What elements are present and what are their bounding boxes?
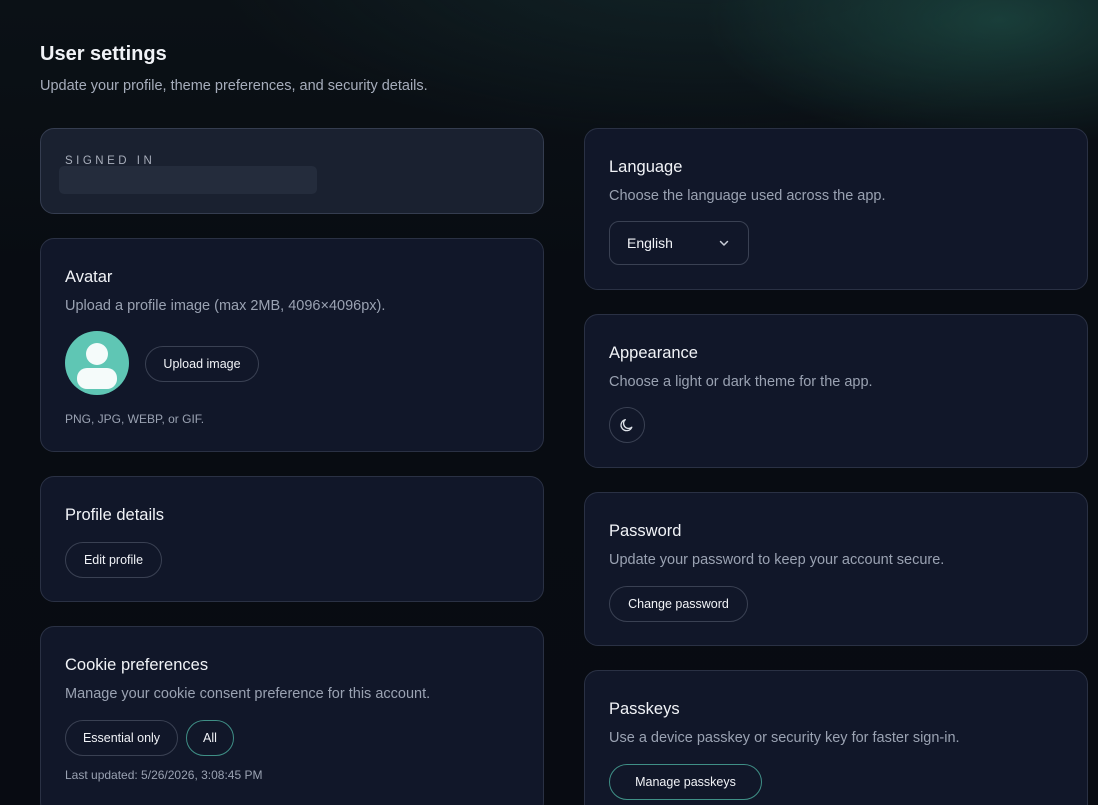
passkeys-title: Passkeys	[609, 700, 680, 718]
avatar-format-hint: PNG, JPG, WEBP, or GIF.	[65, 412, 205, 426]
language-description: Choose the language used across the app.	[609, 188, 886, 204]
cookie-preferences-title: Cookie preferences	[65, 656, 209, 674]
avatar-description: Upload a profile image (max 2MB, 4096×40…	[65, 298, 386, 314]
appearance-card: Appearance Choose a light or dark theme …	[584, 314, 1088, 468]
appearance-title: Appearance	[609, 344, 698, 362]
avatar-head	[86, 343, 108, 365]
edit-profile-button[interactable]: Edit profile	[65, 542, 162, 578]
theme-toggle-button[interactable]	[609, 407, 645, 443]
password-title: Password	[609, 522, 682, 540]
upload-image-button[interactable]: Upload image	[145, 346, 259, 382]
cookie-preferences-card: Cookie preferences Manage your cookie co…	[40, 626, 544, 805]
password-card: Password Update your password to keep yo…	[584, 492, 1088, 646]
account-placeholder	[59, 166, 317, 194]
profile-details-card: Profile details Edit profile	[40, 476, 544, 602]
chevron-down-icon	[719, 240, 729, 246]
all-cookies-button[interactable]: All	[186, 720, 234, 756]
profile-details-title: Profile details	[65, 506, 165, 524]
essential-only-button[interactable]: Essential only	[65, 720, 178, 756]
appearance-description: Choose a light or dark theme for the app…	[609, 374, 873, 390]
passkeys-card: Passkeys Use a device passkey or securit…	[584, 670, 1088, 805]
change-password-button[interactable]: Change password	[609, 586, 748, 622]
cookie-last-updated: Last updated: 5/26/2026, 3:08:45 PM	[65, 768, 263, 782]
signed-in-card: SIGNED IN	[40, 128, 544, 214]
passkeys-description: Use a device passkey or security key for…	[609, 730, 960, 746]
language-title: Language	[609, 158, 683, 176]
user-avatar-icon	[65, 331, 129, 395]
page-title: User settings	[40, 43, 167, 65]
avatar-card: Avatar Upload a profile image (max 2MB, …	[40, 238, 544, 452]
password-description: Update your password to keep your accoun…	[609, 552, 945, 568]
settings-page: User settings Update your profile, theme…	[40, 0, 1088, 805]
manage-passkeys-button[interactable]: Manage passkeys	[609, 764, 762, 800]
moon-icon	[620, 418, 633, 432]
cookie-preferences-description: Manage your cookie consent preference fo…	[65, 686, 431, 702]
language-selected-value: English	[627, 235, 673, 251]
page-subtitle: Update your profile, theme preferences, …	[40, 78, 428, 94]
language-card: Language Choose the language used across…	[584, 128, 1088, 290]
avatar-body	[77, 368, 117, 389]
avatar-title: Avatar	[65, 268, 113, 286]
language-select[interactable]: English	[609, 221, 749, 265]
